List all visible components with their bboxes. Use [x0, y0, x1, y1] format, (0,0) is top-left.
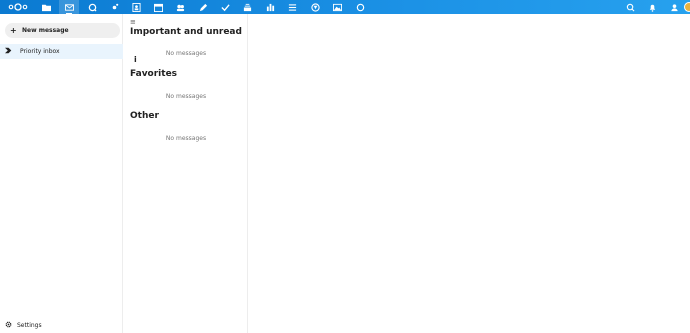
empty-message: No messages [165, 50, 207, 57]
empty-message: No messages [165, 135, 207, 142]
message-content-pane [249, 14, 690, 333]
menu-toggle-icon[interactable]: ≡ [130, 19, 136, 26]
settings-label: Settings [17, 322, 42, 329]
activity-icon[interactable] [104, 0, 124, 14]
deck-icon[interactable] [237, 0, 257, 14]
app-navigation: + New message Priority inbox Settings [0, 14, 123, 333]
section-title-other: Other [130, 111, 159, 121]
sidebar-item-priority-inbox[interactable]: Priority inbox [0, 44, 123, 59]
new-message-label: New message [22, 27, 69, 34]
sidebar-item-label: Priority inbox [20, 48, 60, 55]
empty-message: No messages [165, 93, 207, 100]
nextcloud-logo-icon[interactable] [7, 2, 29, 12]
contacts-menu-icon[interactable] [664, 0, 684, 14]
section-title-important: Important and unread [130, 27, 242, 37]
circles-icon[interactable] [170, 0, 190, 14]
photos-icon[interactable] [327, 0, 347, 14]
analytics-icon[interactable] [260, 0, 280, 14]
search-app-icon[interactable] [82, 0, 102, 14]
search-icon[interactable] [620, 0, 640, 14]
gear-icon [5, 321, 13, 330]
top-header [0, 0, 690, 14]
calendar-icon[interactable] [148, 0, 168, 14]
notifications-icon[interactable] [642, 0, 662, 14]
message-list: ≡ Important and unread i No messages Fav… [124, 14, 248, 333]
contacts-icon[interactable] [126, 0, 146, 14]
tasks-icon[interactable] [215, 0, 235, 14]
settings-button[interactable]: Settings [5, 321, 42, 330]
mail-icon[interactable] [59, 0, 79, 14]
new-message-button[interactable]: + New message [5, 23, 120, 38]
lists-icon[interactable] [282, 0, 302, 14]
plus-icon: + [10, 25, 17, 35]
circle-app-icon[interactable] [350, 0, 370, 14]
priority-inbox-icon [5, 47, 13, 56]
maps-icon[interactable] [305, 0, 325, 14]
section-title-favorites: Favorites [130, 69, 178, 79]
notes-icon[interactable] [193, 0, 213, 14]
avatar[interactable] [684, 2, 690, 12]
files-icon[interactable] [36, 0, 56, 14]
